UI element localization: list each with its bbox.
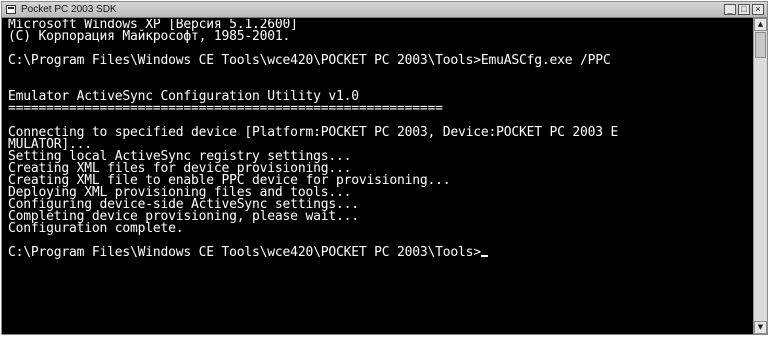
console-line: C:\Program Files\Windows CE Tools\wce420…: [8, 53, 611, 68]
window-controls: _ □ ×: [724, 4, 764, 16]
console-line: Configuration complete.: [8, 221, 184, 236]
scroll-up-button[interactable]: ▲: [754, 18, 767, 31]
minimize-button[interactable]: _: [724, 4, 736, 15]
scroll-down-button[interactable]: ▼: [754, 321, 767, 334]
maximize-button[interactable]: □: [738, 4, 750, 15]
console-line: ========================================…: [8, 101, 443, 116]
window-title: Pocket PC 2003 SDK: [21, 4, 117, 15]
console-output[interactable]: Microsoft Windows XP [Версия 5.1.2600] (…: [8, 19, 751, 331]
prompt-text: C:\Program Files\Windows CE Tools\wce420…: [8, 245, 481, 260]
console-window: Pocket PC 2003 SDK _ □ × Microsoft Windo…: [1, 1, 768, 335]
scrollbar-thumb[interactable]: [755, 32, 766, 58]
console-line: Connecting to specified device [Platform…: [8, 125, 619, 140]
console-window-icon[interactable]: [6, 5, 16, 14]
title-bar[interactable]: Pocket PC 2003 SDK _ □ ×: [2, 2, 767, 18]
prompt-line[interactable]: C:\Program Files\Windows CE Tools\wce420…: [8, 245, 751, 260]
console-line: (С) Корпорация Майкрософт, 1985-2001.: [8, 29, 291, 44]
close-button[interactable]: ×: [752, 4, 764, 15]
text-cursor: [480, 255, 488, 257]
vertical-scrollbar[interactable]: ▲ ▼: [753, 18, 767, 334]
